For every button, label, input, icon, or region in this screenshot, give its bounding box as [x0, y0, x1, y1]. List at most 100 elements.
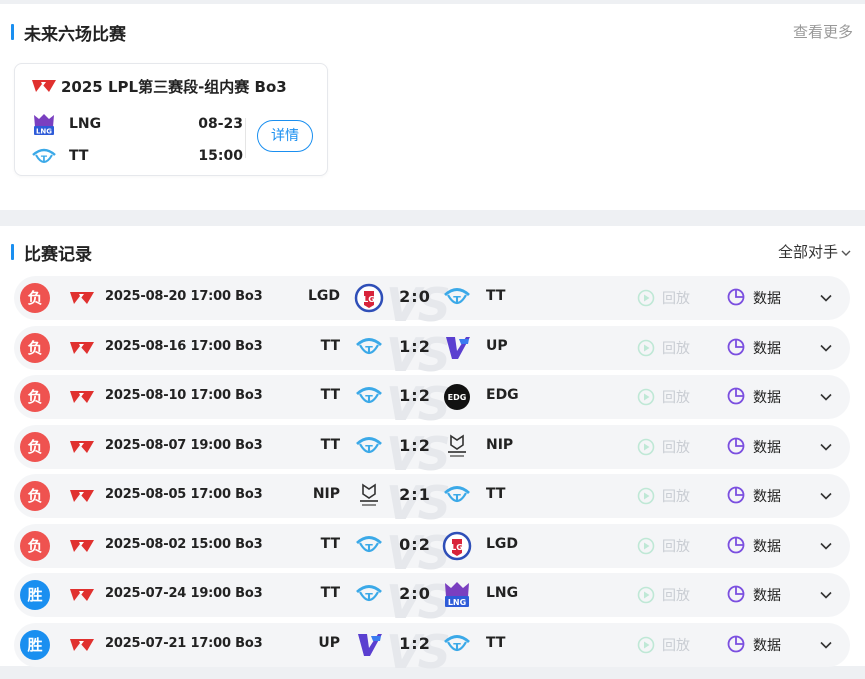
left-team-name: TT: [320, 585, 340, 601]
play-icon[interactable]: [637, 289, 655, 307]
section-accent-bar: [11, 244, 14, 260]
match-record-row[interactable]: 负 2025-08-07 19:00 Bo3 TT VS 1:2 NIP 回放 …: [14, 424, 850, 481]
data-button[interactable]: 数据: [753, 437, 781, 457]
nip-logo-icon: [447, 434, 467, 458]
upcoming-title: 未来六场比赛: [24, 25, 126, 45]
data-button[interactable]: 数据: [753, 338, 781, 358]
records-header: 比赛记录 全部对手: [0, 226, 865, 278]
tt-logo-icon: [355, 436, 383, 457]
up-logo-icon: [358, 633, 382, 656]
replay-button[interactable]: 回放: [662, 288, 690, 308]
tt-logo-icon: T: [32, 148, 56, 165]
left-team-name: UP: [318, 634, 340, 651]
data-button[interactable]: 数据: [753, 288, 781, 308]
match-score: 2:0: [399, 584, 431, 603]
play-icon[interactable]: [637, 438, 655, 456]
upcoming-header: 未来六场比赛 查看更多: [0, 4, 865, 56]
result-badge: 负: [20, 431, 50, 462]
match-title: 2025 LPL第三赛段-组内赛 Bo3: [61, 78, 287, 96]
data-button[interactable]: 数据: [753, 387, 781, 407]
upcoming-match-card[interactable]: 2025 LPL第三赛段-组内赛 Bo3 LNG LNG 08-23 T TT …: [14, 63, 328, 176]
match-record-row[interactable]: 负 2025-08-20 17:00 Bo3 LGD VS 2:0 TT 回放 …: [14, 276, 850, 332]
match-records-card: 比赛记录 全部对手 负 2025-08-20 17:00 Bo3 LGD VS …: [0, 226, 865, 679]
match-record-row[interactable]: 负 2025-08-16 17:00 Bo3 TT VS 1:2 UP 回放 数…: [14, 325, 850, 382]
data-button[interactable]: 数据: [753, 585, 781, 605]
chevron-down-icon[interactable]: [819, 489, 833, 503]
replay-button[interactable]: 回放: [662, 635, 690, 655]
chevron-down-icon[interactable]: [819, 588, 833, 602]
replay-button[interactable]: 回放: [662, 437, 690, 457]
data-button[interactable]: 数据: [753, 536, 781, 556]
match-datetime: 2025-07-21 17:00 Bo3: [105, 635, 263, 651]
left-team-name: TT: [320, 436, 340, 453]
match-datetime: 2025-08-16 17:00 Bo3: [105, 338, 263, 354]
play-icon[interactable]: [637, 586, 655, 604]
edg-logo-icon: [444, 384, 470, 410]
view-more-link[interactable]: 查看更多: [793, 21, 853, 42]
match-datetime: 2025-08-05 17:00 Bo3: [105, 487, 263, 502]
detail-button[interactable]: 详情: [257, 120, 313, 152]
pie-chart-icon[interactable]: [726, 634, 746, 654]
tt-logo-icon: [355, 535, 383, 556]
play-icon[interactable]: [637, 339, 655, 357]
result-badge: 负: [20, 332, 50, 363]
replay-button[interactable]: 回放: [662, 536, 690, 556]
match-datetime: 2025-08-10 17:00 Bo3: [105, 388, 263, 403]
left-team-name: TT: [320, 337, 340, 354]
match-record-row[interactable]: 负 2025-08-10 17:00 Bo3 TT VS 1:2 EDG 回放 …: [14, 375, 850, 431]
replay-button[interactable]: 回放: [662, 486, 690, 506]
play-icon[interactable]: [637, 487, 655, 505]
result-badge: 负: [20, 382, 50, 412]
result-badge: 胜: [20, 580, 50, 610]
chevron-down-icon[interactable]: [819, 440, 833, 454]
lpl-logo-icon: [70, 440, 94, 453]
pie-chart-icon[interactable]: [726, 287, 746, 307]
right-team-name: LGD: [486, 535, 519, 552]
match-score: 1:2: [399, 336, 431, 356]
match-date: 08-23: [198, 116, 243, 132]
replay-button[interactable]: 回放: [662, 387, 690, 407]
data-button[interactable]: 数据: [753, 635, 781, 655]
match-record-row[interactable]: 负 2025-08-02 15:00 Bo3 TT VS 0:2 LGD 回放 …: [14, 523, 850, 580]
chevron-down-icon[interactable]: [819, 539, 833, 553]
pie-chart-icon[interactable]: [726, 386, 746, 406]
right-team-name: LNG: [486, 585, 519, 601]
chevron-down-icon: [841, 250, 851, 256]
data-button[interactable]: 数据: [753, 486, 781, 506]
match-record-row[interactable]: 胜 2025-07-21 17:00 Bo3 UP VS 1:2 TT 回放 数…: [14, 622, 850, 679]
match-record-row[interactable]: 胜 2025-07-24 19:00 Bo3 TT VS 2:0 LNG 回放 …: [14, 573, 850, 629]
play-icon[interactable]: [637, 388, 655, 406]
divider: [245, 118, 246, 158]
pie-chart-icon[interactable]: [726, 485, 746, 505]
right-team-name: EDG: [486, 387, 519, 403]
chevron-down-icon[interactable]: [819, 638, 833, 652]
chevron-down-icon[interactable]: [819, 341, 833, 355]
pie-chart-icon[interactable]: [726, 337, 746, 357]
result-badge: 负: [20, 283, 50, 313]
replay-button[interactable]: 回放: [662, 338, 690, 358]
lgd-logo-icon: [354, 283, 384, 313]
tt-logo-icon: [355, 337, 383, 358]
right-team-name: NIP: [486, 436, 514, 453]
match-record-row[interactable]: 负 2025-08-05 17:00 Bo3 NIP VS 2:1 TT 回放 …: [14, 474, 850, 530]
result-badge: 胜: [20, 629, 50, 660]
nip-logo-icon: [359, 484, 379, 507]
result-badge: 负: [20, 481, 50, 511]
chevron-down-icon[interactable]: [819, 291, 833, 305]
replay-button[interactable]: 回放: [662, 585, 690, 605]
pie-chart-icon[interactable]: [726, 436, 746, 456]
match-datetime: 2025-07-24 19:00 Bo3: [105, 586, 263, 601]
result-badge: 负: [20, 530, 50, 561]
pie-chart-icon[interactable]: [726, 535, 746, 555]
play-icon[interactable]: [637, 537, 655, 555]
section-accent-bar: [11, 24, 14, 40]
play-icon[interactable]: [637, 636, 655, 654]
svg-text:LNG: LNG: [36, 128, 52, 136]
pie-chart-icon[interactable]: [726, 584, 746, 604]
left-team-name: LGD: [307, 288, 340, 304]
team-row-2: T TT 15:00: [31, 145, 243, 169]
match-score: 1:2: [399, 633, 431, 653]
chevron-down-icon[interactable]: [819, 390, 833, 404]
svg-text:T: T: [41, 155, 48, 165]
opponent-filter-dropdown[interactable]: 全部对手: [778, 241, 851, 262]
